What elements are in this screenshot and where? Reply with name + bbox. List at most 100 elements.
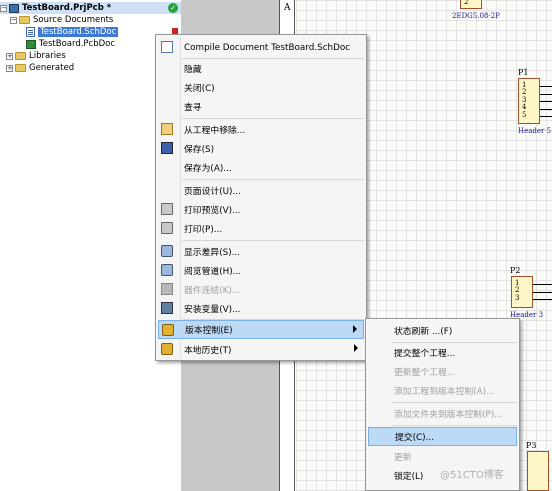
- menu-item-page-setup[interactable]: 页面设计(U)...: [158, 181, 364, 200]
- menu-item-env-vars[interactable]: 安装变量(V)...: [158, 299, 364, 318]
- designator-p2: P2: [510, 266, 521, 275]
- menu-item-label: 安装变量(V)...: [184, 305, 241, 315]
- history-icon: [161, 343, 173, 355]
- menu-item-label: 打印(P)...: [184, 225, 223, 235]
- menu-item-browse-pipe[interactable]: 阅览管道(H)...: [158, 261, 364, 280]
- submenu-item-unlock[interactable]: 解锁: [368, 485, 517, 490]
- document-label: TestBoard.SchDoc: [38, 27, 119, 37]
- menu-item-label: 添加工程到版本控制(A)...: [394, 387, 495, 397]
- pcb-icon: [26, 39, 36, 49]
- menu-item-label: 阅览管道(H)...: [184, 267, 242, 277]
- document-label: TestBoard.PcbDoc: [39, 39, 116, 49]
- tree-item-source-documents[interactable]: − Source Documents: [10, 14, 113, 26]
- pin-wire: [540, 109, 552, 110]
- menu-item-label: 器件连结(K)...: [184, 286, 241, 296]
- folder-label: Source Documents: [33, 15, 114, 25]
- component-name: Header 5: [518, 127, 552, 135]
- menu-item-local-history[interactable]: 本地历史(T): [158, 340, 364, 359]
- sheet-border-letter: A: [284, 3, 291, 13]
- pin-wire: [540, 94, 552, 95]
- folder-label: Generated: [29, 63, 75, 73]
- tree-item-project[interactable]: − TestBoard.PrjPcb * ✓: [0, 2, 181, 14]
- folder-icon: [19, 16, 30, 24]
- submenu-item-refresh[interactable]: 状态刷新 ...(F): [368, 321, 517, 340]
- submenu-item-commit-project[interactable]: 提交整个工程...: [368, 343, 517, 362]
- designator-p1: P1: [518, 68, 529, 77]
- pin-number: 5: [522, 110, 527, 119]
- menu-item-label: 隐藏: [184, 65, 202, 75]
- menu-item-save[interactable]: 保存(S): [158, 139, 364, 158]
- show-differences-icon: [161, 245, 173, 257]
- pin-number: 2: [464, 0, 469, 6]
- submenu-item-update[interactable]: 更新: [368, 447, 517, 466]
- menu-item-compile[interactable]: Compile Document TestBoard.SchDoc: [158, 38, 364, 57]
- menu-item-label: 添加文件夹到版本控制(P)...: [394, 410, 503, 420]
- menu-item-find[interactable]: 查寻: [158, 97, 364, 116]
- menu-item-save-as[interactable]: 保存为(A)...: [158, 158, 364, 177]
- submenu-arrow-icon: [354, 344, 358, 352]
- collapse-icon[interactable]: −: [10, 16, 17, 24]
- project-label: TestBoard.PrjPcb *: [22, 3, 112, 13]
- menu-separator: [182, 118, 364, 119]
- pin-wire: [533, 299, 552, 300]
- menu-separator: [182, 240, 364, 241]
- designator-p3: P3: [526, 441, 537, 450]
- menu-item-label: 页面设计(U)...: [184, 187, 241, 197]
- projects-panel: − TestBoard.PrjPcb * ✓ − Source Document…: [0, 0, 181, 491]
- menu-item-label: 查寻: [184, 103, 202, 113]
- component-name: 2EDG5.08-2P: [452, 12, 500, 20]
- menu-item-label: 打印预览(V)...: [184, 206, 241, 216]
- pin-wire: [533, 284, 552, 285]
- submenu-item-add-folder[interactable]: 添加文件夹到版本控制(P)...: [368, 404, 517, 423]
- check-icon: ✓: [168, 3, 178, 13]
- menu-item-label: 状态刷新 ...(F): [394, 327, 453, 337]
- expand-icon[interactable]: +: [6, 64, 13, 72]
- menu-item-print[interactable]: 打印(P)...: [158, 219, 364, 238]
- menu-item-label: 关闭(C): [184, 84, 215, 94]
- component-p1[interactable]: 1 2 3 4 5: [518, 78, 540, 124]
- watermark: @51CTO博客: [440, 470, 504, 481]
- expand-icon[interactable]: +: [6, 52, 13, 60]
- menu-separator: [392, 402, 517, 403]
- folder-icon: [15, 52, 26, 60]
- remove-from-project-icon: [161, 123, 173, 135]
- print-icon: [161, 222, 173, 234]
- submenu-item-add-project[interactable]: 添加工程到版本控制(A)...: [368, 381, 517, 400]
- menu-item-label: 更新整个工程...: [394, 368, 456, 378]
- pin-wire: [540, 101, 552, 102]
- menu-item-label: 显示差异(S)...: [184, 248, 241, 258]
- collapse-icon[interactable]: −: [0, 4, 7, 12]
- menu-item-label: 更新: [394, 453, 412, 463]
- tree-item-generated[interactable]: + Generated: [6, 62, 74, 74]
- menu-item-device-link[interactable]: 器件连结(K)...: [158, 280, 364, 299]
- menu-item-label: 提交整个工程...: [394, 349, 456, 359]
- menu-item-remove[interactable]: 从工程中移除...: [158, 120, 364, 139]
- component-p2[interactable]: 1 2 3: [511, 276, 533, 308]
- component-p3[interactable]: [527, 451, 549, 491]
- menu-item-label: Compile Document TestBoard.SchDoc: [184, 42, 351, 53]
- folder-label: Libraries: [29, 51, 66, 61]
- menu-item-print-preview[interactable]: 打印预览(V)...: [158, 200, 364, 219]
- pin-wire: [540, 116, 552, 117]
- component-top[interactable]: 2: [460, 0, 482, 9]
- lock-icon: [162, 324, 174, 336]
- tree-item-schdoc[interactable]: TestBoard.SchDoc: [26, 26, 119, 38]
- tree-item-libraries[interactable]: + Libraries: [6, 50, 66, 62]
- submenu-item-update-project[interactable]: 更新整个工程...: [368, 362, 517, 381]
- pin-wire: [540, 86, 552, 87]
- tree-item-pcbdoc[interactable]: TestBoard.PcbDoc: [26, 38, 115, 50]
- pin-number: 3: [515, 293, 520, 302]
- save-icon: [161, 142, 173, 154]
- menu-separator: [182, 179, 364, 180]
- submenu-item-commit[interactable]: 提交(C)...: [368, 427, 517, 446]
- schematic-icon: [26, 27, 35, 37]
- menu-item-close[interactable]: 关闭(C): [158, 78, 364, 97]
- menu-item-version-control[interactable]: 版本控制(E): [158, 320, 364, 339]
- menu-item-hide[interactable]: 隐藏: [158, 59, 364, 78]
- browse-icon: [161, 264, 173, 276]
- menu-item-show-diff[interactable]: 显示差异(S)...: [158, 242, 364, 261]
- menu-item-label: 保存为(A)...: [184, 164, 232, 174]
- menu-item-label: 从工程中移除...: [184, 126, 246, 136]
- project-icon: [9, 3, 19, 13]
- menu-item-label: 版本控制(E): [185, 326, 233, 336]
